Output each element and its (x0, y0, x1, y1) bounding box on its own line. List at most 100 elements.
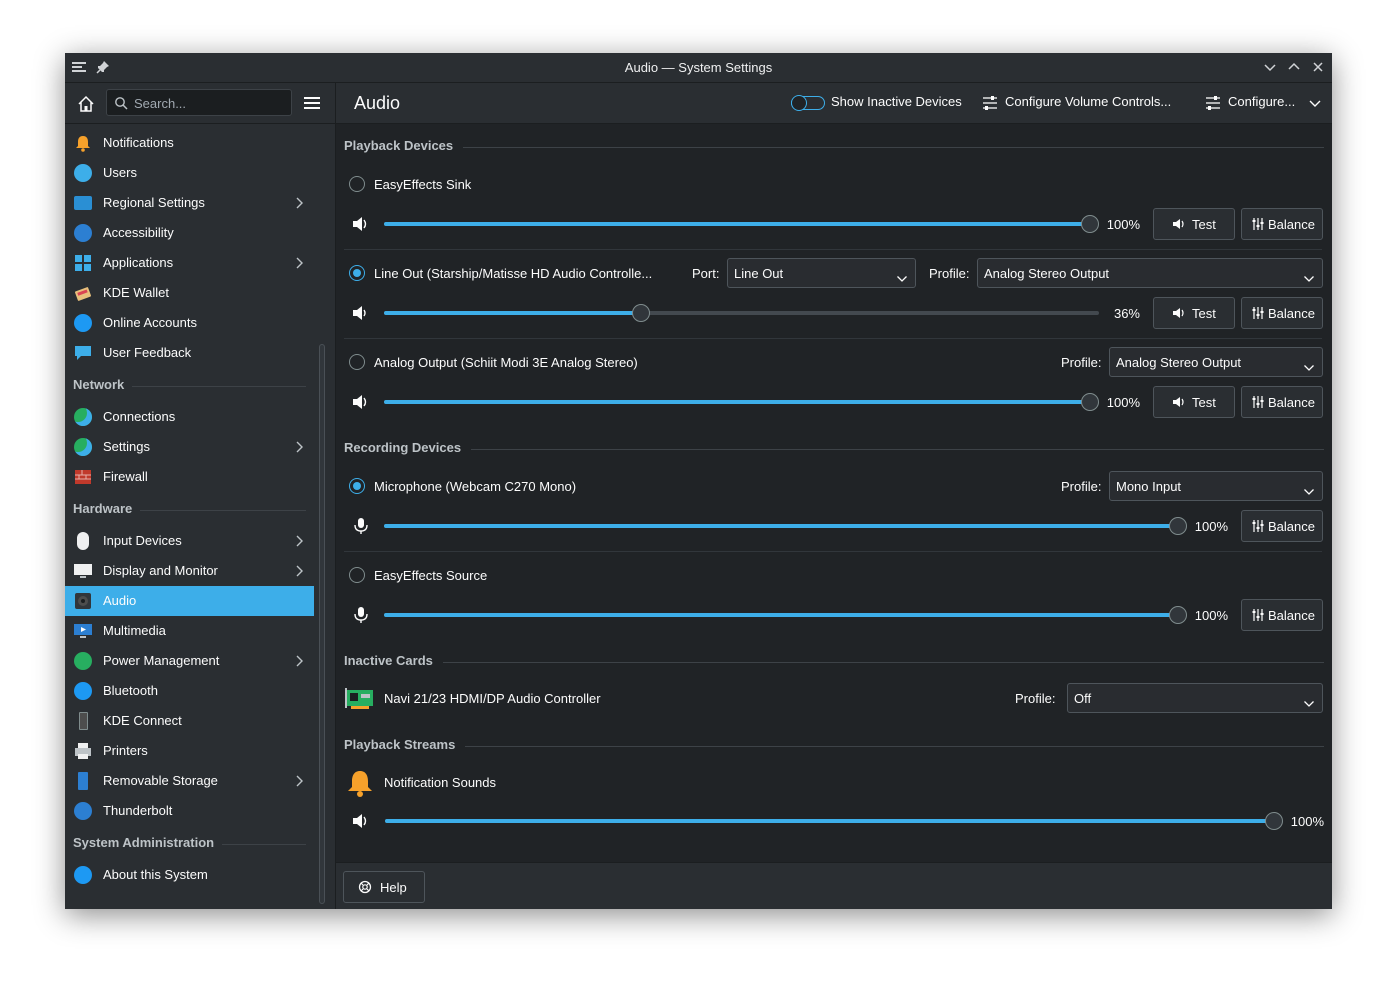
chevron-right-icon (294, 775, 304, 787)
volume-slider[interactable] (384, 304, 1099, 322)
usb-icon (78, 772, 88, 790)
users-icon (74, 164, 92, 182)
sidebar-item-printers[interactable]: Printers (65, 736, 314, 766)
sidebar-item-firewall[interactable]: Firewall (65, 462, 314, 492)
configure-volume-icon (981, 94, 1001, 112)
volume-percent: 100% (1106, 217, 1140, 232)
device-radio[interactable] (349, 478, 365, 494)
sidebar-item-removable-storage[interactable]: Removable Storage (65, 766, 314, 796)
sidebar-item-audio[interactable]: Audio (65, 586, 314, 616)
accessibility-icon (74, 224, 92, 242)
volume-slider[interactable] (385, 812, 1283, 830)
speaker-volume-icon[interactable] (352, 393, 370, 411)
balance-icon (1251, 608, 1265, 622)
maximize-icon[interactable] (1286, 59, 1302, 75)
chevron-right-icon (294, 565, 304, 577)
balance-button[interactable]: Balance (1241, 599, 1323, 631)
device-radio[interactable] (349, 354, 365, 370)
configure-button[interactable]: Configure... (1228, 94, 1295, 112)
sidebar-item-online-accounts[interactable]: Online Accounts (65, 308, 314, 338)
slider-handle[interactable] (632, 304, 651, 322)
chevron-right-icon (294, 655, 304, 667)
port-label: Port: (692, 266, 720, 281)
help-button[interactable]: Help (343, 871, 425, 903)
profile-select[interactable]: Mono Input (1109, 471, 1323, 501)
sidebar-item-users[interactable]: Users (65, 158, 314, 188)
volume-slider[interactable] (384, 393, 1099, 411)
balance-button[interactable]: Balance (1241, 208, 1323, 240)
chevron-down-icon (1304, 359, 1314, 371)
sidebar-item-notifications[interactable]: Notifications (65, 128, 314, 158)
device-radio[interactable] (349, 567, 365, 583)
port-select[interactable]: Line Out (727, 258, 916, 288)
online-accounts-icon (74, 314, 92, 332)
search-field[interactable] (106, 89, 292, 116)
sidebar-item-about-this-system[interactable]: About this System (65, 860, 314, 890)
profile-label: Profile: (929, 266, 970, 281)
device-name: EasyEffects Sink (374, 177, 472, 192)
device-radio[interactable] (349, 176, 365, 192)
monitor-icon (74, 562, 92, 580)
balance-button[interactable]: Balance (1241, 386, 1323, 418)
device-radio[interactable] (349, 265, 365, 281)
sidebar-scrollbar[interactable] (319, 344, 325, 904)
sidebar-item-user-feedback[interactable]: User Feedback (65, 338, 314, 368)
balance-button[interactable]: Balance (1241, 510, 1323, 542)
show-inactive-devices-label[interactable]: Show Inactive Devices (831, 94, 962, 112)
profile-select[interactable]: Analog Stereo Output (1109, 347, 1323, 377)
sidebar-item-network-settings[interactable]: Settings (65, 432, 314, 462)
show-inactive-toggle[interactable] (791, 95, 825, 111)
volume-slider[interactable] (384, 517, 1187, 535)
profile-select[interactable]: Off (1067, 683, 1323, 713)
hamburger-menu-icon[interactable] (303, 94, 321, 112)
sidebar-item-kde-connect[interactable]: KDE Connect (65, 706, 314, 736)
sidebar-item-power-management[interactable]: Power Management (65, 646, 314, 676)
sidebar-item-accessibility[interactable]: Accessibility (65, 218, 314, 248)
sidebar-item-thunderbolt[interactable]: Thunderbolt (65, 796, 314, 826)
speaker-volume-icon[interactable] (352, 215, 370, 233)
sidebar-item-applications[interactable]: Applications (65, 248, 314, 278)
minimize-icon[interactable] (1262, 59, 1278, 75)
sound-card-icon (345, 686, 375, 710)
speaker-volume-icon[interactable] (352, 304, 370, 322)
sidebar-section-system-administration: System Administration (73, 835, 306, 855)
speaker-icon (1172, 395, 1186, 409)
configure-volume-controls-button[interactable]: Configure Volume Controls... (1005, 94, 1171, 112)
volume-slider[interactable] (384, 606, 1187, 624)
sidebar-item-regional-settings[interactable]: Regional Settings (65, 188, 314, 218)
regional-icon (74, 196, 92, 210)
chevron-right-icon (294, 441, 304, 453)
microphone-icon[interactable] (352, 606, 370, 624)
feedback-icon (74, 344, 92, 362)
sidebar-item-connections[interactable]: Connections (65, 402, 314, 432)
phone-icon (79, 712, 88, 730)
speaker-volume-icon[interactable] (352, 812, 370, 830)
home-icon[interactable] (75, 93, 97, 115)
test-button[interactable]: Test (1153, 208, 1235, 240)
balance-icon (1251, 395, 1265, 409)
chevron-down-icon[interactable] (1309, 94, 1321, 112)
audio-content: Playback Devices EasyEffects Sink 100% T… (336, 124, 1332, 862)
device-name: EasyEffects Source (374, 568, 488, 583)
test-button[interactable]: Test (1153, 386, 1235, 418)
page-title: Audio (354, 93, 401, 113)
sidebar-item-display-and-monitor[interactable]: Display and Monitor (65, 556, 314, 586)
sidebar-item-bluetooth[interactable]: Bluetooth (65, 676, 314, 706)
profile-select[interactable]: Analog Stereo Output (977, 258, 1323, 288)
balance-button[interactable]: Balance (1241, 297, 1323, 329)
sidebar-item-input-devices[interactable]: Input Devices (65, 526, 314, 556)
search-input[interactable] (132, 93, 286, 113)
system-settings-window: Audio — System Settings Search... Notifi… (65, 53, 1332, 909)
sidebar-item-multimedia[interactable]: Multimedia (65, 616, 314, 646)
chevron-down-icon (1304, 270, 1314, 282)
test-button[interactable]: Test (1153, 297, 1235, 329)
sidebar-item-kde-wallet[interactable]: KDE Wallet (65, 278, 314, 308)
microphone-icon[interactable] (352, 517, 370, 535)
mouse-icon (77, 532, 89, 550)
bell-icon (345, 768, 375, 798)
close-icon[interactable] (1310, 59, 1326, 75)
title-bar: Audio — System Settings (65, 53, 1332, 83)
profile-label: Profile: (1061, 479, 1102, 494)
balance-icon (1251, 217, 1265, 231)
volume-slider[interactable] (384, 215, 1099, 233)
